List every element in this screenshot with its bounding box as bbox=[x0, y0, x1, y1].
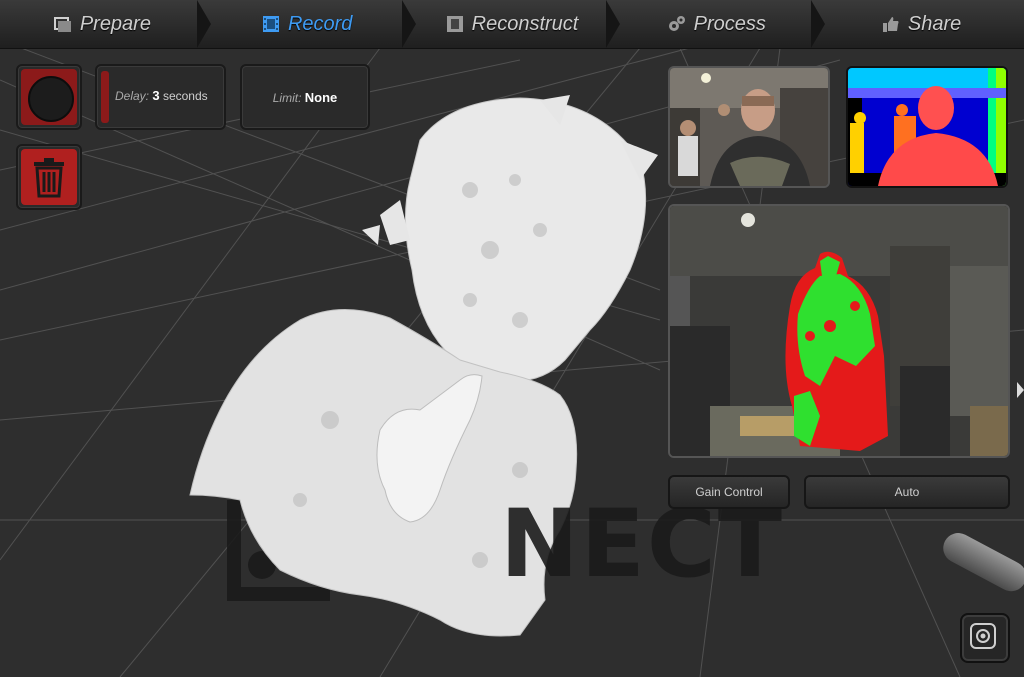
snapshot-button[interactable] bbox=[960, 613, 1010, 663]
film-icon bbox=[262, 16, 279, 32]
delay-setting[interactable]: Delay: 3 seconds bbox=[95, 64, 226, 130]
tracking-camera-preview bbox=[668, 204, 1010, 458]
limit-label: Limit: bbox=[272, 91, 302, 105]
limit-setting[interactable]: Limit: None bbox=[240, 64, 370, 130]
tab-label: Process bbox=[693, 12, 766, 35]
gears-icon bbox=[668, 16, 685, 31]
tab-reconstruct[interactable]: Reconstruct bbox=[410, 0, 621, 48]
tab-prepare[interactable]: Prepare bbox=[0, 0, 211, 48]
rgb-camera-image bbox=[670, 68, 828, 186]
delay-slider[interactable] bbox=[101, 71, 109, 123]
delay-unit: seconds bbox=[162, 89, 208, 103]
gain-mode-select[interactable]: Auto bbox=[804, 475, 1010, 509]
delete-recording-button[interactable] bbox=[16, 144, 82, 210]
tab-label: Share bbox=[907, 12, 962, 35]
logo-watermark-text: NECT bbox=[500, 490, 784, 599]
tab-label: Record bbox=[287, 12, 353, 35]
record-icon bbox=[28, 76, 74, 122]
tab-label: Reconstruct bbox=[471, 12, 579, 35]
thumbs-up-icon bbox=[882, 17, 899, 32]
delay-value: 3 bbox=[152, 88, 160, 103]
record-button[interactable] bbox=[16, 64, 82, 130]
depth-map-image bbox=[848, 68, 1006, 186]
tab-record[interactable]: Record bbox=[205, 0, 416, 48]
delay-readout: Delay: 3 seconds bbox=[115, 88, 208, 103]
camera-icon bbox=[970, 623, 996, 649]
depth-camera-preview bbox=[846, 66, 1008, 188]
delay-label: Delay: bbox=[115, 89, 150, 103]
expand-panel-arrow-icon[interactable] bbox=[1017, 382, 1024, 398]
tab-label: Prepare bbox=[79, 12, 151, 35]
tracking-overlay-image bbox=[670, 206, 1008, 456]
limit-readout: Limit: None bbox=[242, 90, 368, 105]
limit-value: None bbox=[304, 90, 338, 105]
photos-icon bbox=[53, 17, 71, 32]
tab-share[interactable]: Share bbox=[819, 0, 1024, 48]
rgb-camera-preview bbox=[668, 66, 830, 188]
film-icon bbox=[446, 16, 463, 32]
workflow-nav: Prepare Record Reconstruct Process Share bbox=[0, 0, 1024, 49]
trash-icon bbox=[34, 158, 64, 198]
gain-control-button[interactable]: Gain Control bbox=[668, 475, 790, 509]
tab-process[interactable]: Process bbox=[614, 0, 825, 48]
